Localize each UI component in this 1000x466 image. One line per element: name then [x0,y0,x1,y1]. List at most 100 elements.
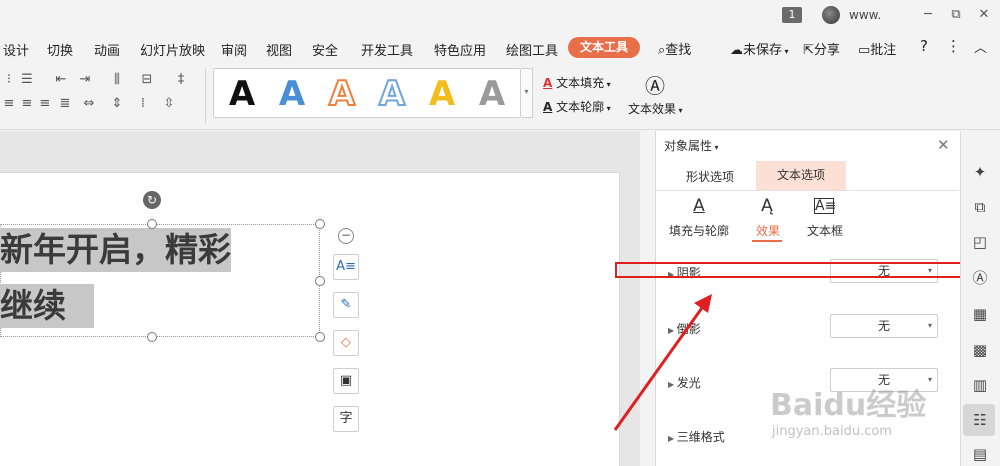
close-button[interactable]: ✕ [974,5,994,25]
text-fill-icon: A [543,76,553,90]
tab-text-tools[interactable]: 文本工具 [568,37,640,58]
reflection-dropdown[interactable]: 无 ▾ [830,314,938,338]
text-effect-button[interactable]: 文本效果 ▾ [628,100,683,117]
text-fill-label: 文本填充 [556,76,605,90]
indent-decrease-icon[interactable]: ⇤ [52,72,70,88]
brush-icon[interactable]: ✎ [333,292,359,318]
align-left-icon[interactable]: ≡ [0,96,18,112]
share-button[interactable]: ⇱分享 [803,39,840,58]
document-icon[interactable]: ▤ [970,444,990,464]
more-button[interactable]: ⋮ [946,37,961,55]
text-fill-button[interactable]: A 文本填充 ▾ [543,74,611,91]
paragraph-spacing-icon[interactable]: ⇕ [108,96,126,112]
text-style-3[interactable]: A [322,74,362,114]
unsaved-label: 未保存 [743,43,783,58]
chart-icon[interactable]: ▥ [970,375,990,395]
text-style-5[interactable]: A [422,75,462,113]
menu-view[interactable]: 视图 [266,40,292,59]
copy-shape-icon[interactable]: ⧉ [970,197,990,217]
panel-title[interactable]: 对象属性 ▾ [664,137,719,154]
menu-developer[interactable]: 开发工具 [361,40,413,59]
restore-button[interactable]: ⧉ [946,5,966,25]
menu-review[interactable]: 审阅 [221,40,247,59]
minimize-button[interactable]: ─ [918,5,938,25]
window-count-badge[interactable]: 1 [782,7,802,23]
text-line-1[interactable]: 新年开启，精彩 [0,228,231,272]
gallery-scroll[interactable]: ▾ [521,68,533,118]
avatar[interactable] [822,6,840,24]
menu-transition[interactable]: 切换 [47,40,73,59]
sub-tab-fill-outline[interactable]: 填充与轮廓 [669,222,729,239]
resize-handle-bottom-right[interactable] [315,332,325,342]
menu-design[interactable]: 设计 [3,40,29,59]
menu-slideshow[interactable]: 幻灯片放映 [140,40,205,59]
justify-icon[interactable]: ≣ [56,96,74,112]
align-right-icon[interactable]: ≡ [36,96,54,112]
text-style-6[interactable]: A [472,75,512,113]
align-text-icon[interactable]: ⊟ [138,72,156,88]
search-button[interactable]: ⌕查找 [658,39,691,58]
comment-label: 批注 [870,43,897,58]
bullet-list-icon[interactable]: ☰ [18,72,36,88]
menu-animation[interactable]: 动画 [94,40,120,59]
numbering-icon[interactable]: ⁞ [134,96,152,112]
align-center-icon[interactable]: ≡ [18,96,36,112]
resize-handle-top[interactable] [147,219,157,229]
title-bar: 1 www. ─ ⧉ ✕ [0,0,1000,30]
distribute-icon[interactable]: ⇔ [80,96,98,112]
tab-shape-options[interactable]: 形状选项 [686,168,734,185]
glow-label: 发光 [676,376,701,390]
unsaved-button[interactable]: ☁未保存 ▾ [730,39,789,58]
3d-format-row[interactable]: ▶ 三维格式 [668,428,725,445]
text-line-2[interactable]: 继续 [0,284,94,328]
3d-format-label: 三维格式 [676,430,725,444]
text-effect-icon[interactable]: Ⓐ [645,70,665,99]
collapse-ribbon-button[interactable]: ︿ [974,37,987,56]
text-style-4[interactable]: A [372,74,412,114]
outline-frame-icon[interactable]: ▣ [333,368,359,394]
indent-increase-icon[interactable]: ⇥ [76,72,94,88]
search-label: 查找 [665,43,692,58]
text-style-1[interactable]: A [222,75,262,113]
collapse-float-toolbar-button[interactable]: − [338,228,354,244]
textbox-icon[interactable]: A≡ [814,198,836,214]
text-style-icon[interactable]: Ⓐ [970,268,990,288]
help-button[interactable]: ? [920,37,928,55]
text-convert-icon[interactable]: 字 [333,406,359,432]
fill-bucket-icon[interactable]: ◇ [333,330,359,356]
text-style-gallery: A A A A A A [213,68,521,118]
resize-handle-right[interactable] [315,276,325,286]
close-icon[interactable]: ✕ [937,136,950,154]
resize-handle-top-right[interactable] [315,219,325,229]
shapes-icon[interactable]: ◰ [970,232,990,252]
menu-security[interactable]: 安全 [312,40,338,59]
comment-button[interactable]: ▭批注 [858,39,896,58]
sliders-icon[interactable]: ☷ [970,410,990,430]
grid-icon[interactable]: ▩ [970,340,990,360]
spacing-menu-icon[interactable]: ⇳ [160,96,178,112]
text-outline-button[interactable]: A 文本轮廓 ▾ [543,98,611,115]
pin-icon[interactable]: ✦ [970,162,990,182]
user-name[interactable]: www. [849,8,881,22]
line-spacing-icon[interactable]: ‡ [172,72,190,88]
effect-icon[interactable]: Ą [757,196,777,216]
share-icon: ⇱ [803,43,814,58]
share-label: 分享 [813,43,840,58]
menu-drawing-tools[interactable]: 绘图工具 [506,40,558,59]
menu-features[interactable]: 特色应用 [434,40,486,59]
fill-outline-icon[interactable]: A [689,196,709,216]
tab-text-options[interactable]: 文本选项 [756,161,846,190]
resize-handle-bottom[interactable] [147,332,157,342]
reflection-row[interactable]: ▶ 倒影 [668,320,701,337]
sub-tab-textbox[interactable]: 文本框 [807,222,843,239]
ribbon-divider [205,68,206,124]
text-style-2[interactable]: A [272,75,312,113]
text-direction-icon[interactable]: ⫼ [108,72,126,88]
table-icon[interactable]: ▦ [970,304,990,324]
rotate-handle[interactable]: ↻ [143,191,161,209]
text-format-icon[interactable]: A≡ [333,254,359,280]
text-outline-label: 文本轮廓 [556,100,605,114]
align-list-icon[interactable]: ⁝ [0,72,18,88]
glow-row[interactable]: ▶ 发光 [668,374,701,391]
sub-tab-effect[interactable]: 效果 [756,222,780,239]
